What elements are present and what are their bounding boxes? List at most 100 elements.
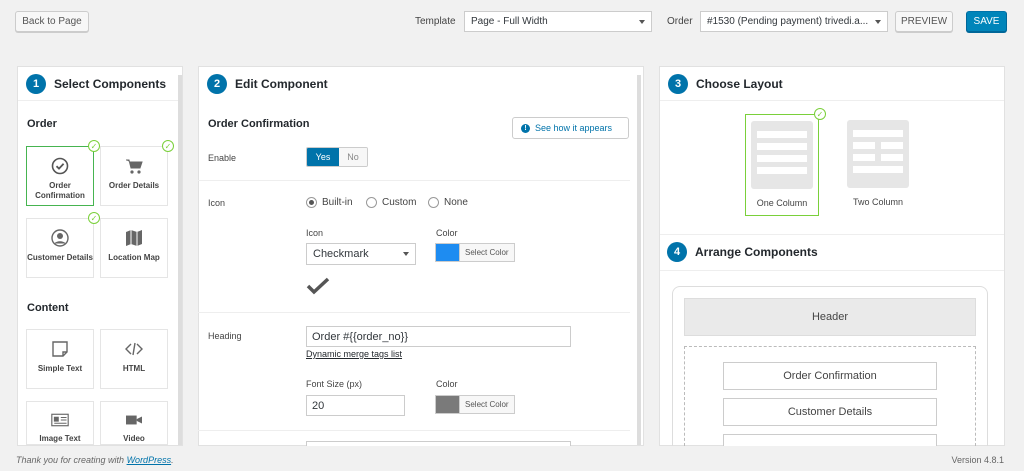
cart-icon xyxy=(125,157,143,175)
tile-label: HTML xyxy=(123,364,145,374)
footer-text-end: . xyxy=(171,455,174,465)
save-button[interactable]: SAVE xyxy=(966,11,1007,32)
layout-label: One Column xyxy=(757,198,808,208)
user-icon xyxy=(51,229,69,247)
enable-yes-option[interactable]: Yes xyxy=(307,148,339,166)
see-label: See how it appears xyxy=(535,123,612,133)
check-icon: ✓ xyxy=(814,108,826,120)
code-icon xyxy=(125,340,143,358)
divider xyxy=(660,234,1004,235)
step-number: 4 xyxy=(667,242,687,262)
panel-header: 1 Select Components xyxy=(18,67,182,101)
select-color-label: Select Color xyxy=(459,396,514,413)
divider xyxy=(198,180,630,181)
tile-label: Video xyxy=(123,434,145,444)
panel-header: 2 Edit Component xyxy=(199,67,643,101)
panel-title: Edit Component xyxy=(235,77,328,91)
radio-label: None xyxy=(444,197,468,208)
component-tile-customer-details[interactable]: Customer Details xyxy=(26,218,94,278)
preview-button[interactable]: PREVIEW xyxy=(895,11,953,32)
two-column-thumbnail xyxy=(847,120,909,188)
section-title-content: Content xyxy=(27,302,69,314)
panel-title: Select Components xyxy=(54,77,166,91)
font-size-label: Font Size (px) xyxy=(306,379,362,389)
arranged-component[interactable]: Order Confirmation xyxy=(723,362,937,390)
radio-dot xyxy=(428,197,439,208)
layout-one-column[interactable]: One Column xyxy=(745,114,819,216)
back-to-page-button[interactable]: Back to Page xyxy=(15,11,89,32)
arranged-component[interactable]: Customer Details xyxy=(723,398,937,426)
radio-label: Built-in xyxy=(322,197,353,208)
panel-header: 3 Choose Layout xyxy=(660,67,1004,101)
template-select-value: Page - Full Width xyxy=(471,16,548,27)
info-icon: ! xyxy=(521,124,530,133)
icon-select-label: Icon xyxy=(306,228,323,238)
icon-color-label: Color xyxy=(436,228,458,238)
map-icon xyxy=(125,229,143,247)
wordpress-link[interactable]: WordPress xyxy=(127,455,172,465)
step-number: 2 xyxy=(207,74,227,94)
component-tile-order-confirmation[interactable]: Order Confirmation xyxy=(26,146,94,206)
chevron-down-icon xyxy=(875,20,881,24)
header-block[interactable]: Header xyxy=(684,298,976,336)
check-icon: ✓ xyxy=(88,212,100,224)
check-icon: ✓ xyxy=(88,140,100,152)
tile-label: Order Confirmation xyxy=(27,181,93,201)
checkmark-icon xyxy=(306,277,330,295)
heading-input[interactable]: Order #{{order_no}} xyxy=(306,326,571,347)
enable-toggle[interactable]: Yes No xyxy=(306,147,368,167)
note-icon xyxy=(51,340,69,358)
merge-tags-link[interactable]: Dynamic merge tags list xyxy=(306,349,402,359)
enable-label: Enable xyxy=(208,153,236,163)
layout-two-column[interactable]: Two Column xyxy=(841,114,915,214)
scrollbar[interactable] xyxy=(637,75,641,445)
chevron-down-icon xyxy=(639,20,645,24)
next-field-edge xyxy=(306,441,571,446)
radio-label: Custom xyxy=(382,197,416,208)
font-size-input[interactable]: 20 xyxy=(306,395,405,416)
radio-custom[interactable]: Custom xyxy=(366,197,416,208)
component-tile-image-text[interactable]: Image Text xyxy=(26,401,94,445)
color-swatch xyxy=(436,244,459,261)
order-select-value: #1530 (Pending payment) trivedi.a... xyxy=(707,16,868,27)
footer-text: Thank you for creating with xyxy=(16,455,127,465)
icon-row-label: Icon xyxy=(208,198,225,208)
one-column-thumbnail xyxy=(751,121,813,189)
order-select[interactable]: #1530 (Pending payment) trivedi.a... xyxy=(700,11,888,32)
version-text: Version 4.8.1 xyxy=(951,455,1004,465)
see-how-it-appears-button[interactable]: ! See how it appears xyxy=(512,117,629,139)
section-title-order: Order xyxy=(27,118,57,130)
radio-dot xyxy=(366,197,377,208)
scrollbar[interactable] xyxy=(178,75,182,445)
order-label: Order xyxy=(667,16,693,27)
arrange-panel-header: 4 Arrange Components xyxy=(667,242,818,262)
component-tile-location-map[interactable]: Location Map xyxy=(100,218,168,278)
select-color-label: Select Color xyxy=(459,244,514,261)
step-number: 3 xyxy=(668,74,688,94)
arranged-component-partial[interactable] xyxy=(723,434,937,446)
component-tile-order-details[interactable]: Order Details xyxy=(100,146,168,206)
tile-label: Order Details xyxy=(109,181,159,191)
check-circle-icon xyxy=(51,157,69,175)
panel-title: Arrange Components xyxy=(695,245,818,259)
component-tile-html[interactable]: HTML xyxy=(100,329,168,389)
chevron-down-icon xyxy=(403,252,409,256)
component-tile-video[interactable]: Video xyxy=(100,401,168,445)
icon-select[interactable]: Checkmark xyxy=(306,243,416,265)
radio-none[interactable]: None xyxy=(428,197,468,208)
body-dropzone xyxy=(684,346,976,446)
template-label: Template xyxy=(415,16,456,27)
color-swatch xyxy=(436,396,459,413)
component-tile-simple-text[interactable]: Simple Text xyxy=(26,329,94,389)
heading-color-label: Color xyxy=(436,379,458,389)
template-select[interactable]: Page - Full Width xyxy=(464,11,652,32)
tile-label: Simple Text xyxy=(38,364,82,374)
radio-dot xyxy=(306,197,317,208)
footer-credit: Thank you for creating with WordPress. xyxy=(16,455,174,465)
enable-no-option[interactable]: No xyxy=(339,148,367,166)
heading-color-picker[interactable]: Select Color xyxy=(435,395,515,414)
component-title: Order Confirmation xyxy=(208,118,309,130)
icon-color-picker[interactable]: Select Color xyxy=(435,243,515,262)
radio-built-in[interactable]: Built-in xyxy=(306,197,353,208)
panel-title: Choose Layout xyxy=(696,77,783,91)
